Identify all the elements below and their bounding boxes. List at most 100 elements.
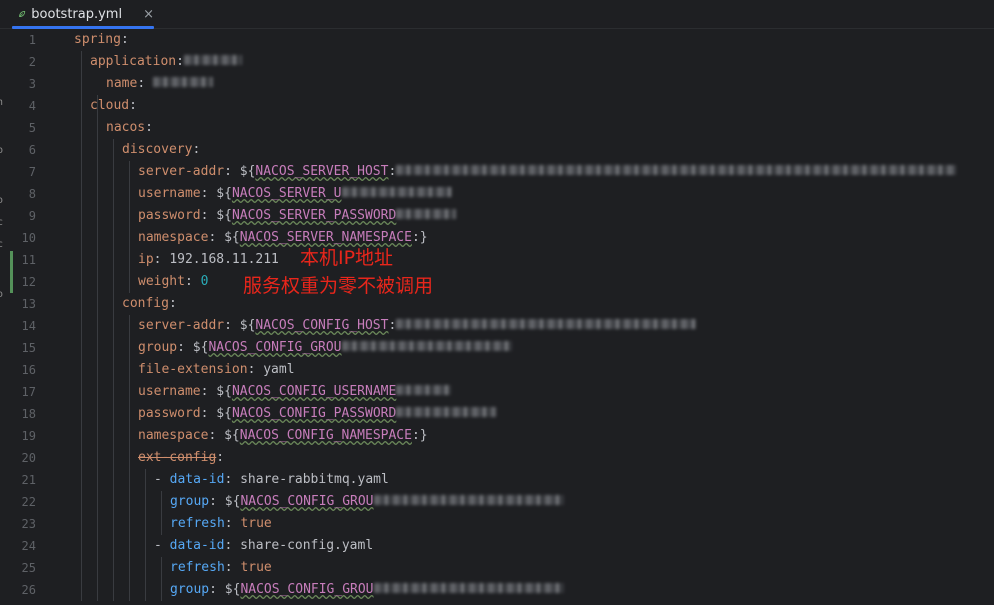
code-text: nacos: [106, 120, 153, 135]
code-editor[interactable]: 1 spring: 2 application: 3 name: 4 cloud… [6, 29, 994, 605]
line-number: 6 [28, 143, 36, 157]
yaml-key: spring [74, 32, 121, 47]
yaml-key: data-id [169, 472, 225, 487]
yaml-value: yaml [263, 362, 295, 377]
code-line: 20 ext-config: [6, 447, 994, 469]
code-line: 3 name: [6, 73, 994, 95]
line-number: 2 [28, 55, 36, 69]
annotation-local-ip: 本机IP地址 [300, 247, 394, 269]
code-text: name: [106, 73, 213, 95]
env-variable: NACOS_SERVER_HOST [255, 164, 389, 179]
yaml-leaf-icon [19, 11, 26, 17]
edge-glyph: c [0, 217, 4, 228]
line-number: 7 [28, 165, 36, 179]
code-line: 15 group: ${NACOS_CONFIG_GROU [6, 337, 994, 359]
line-number: 19 [21, 429, 36, 443]
line-number: 3 [28, 77, 36, 91]
yaml-key: config [122, 296, 169, 311]
code-line: 13 config: [6, 293, 994, 315]
code-text: username: ${NACOS_CONFIG_USERNAME [138, 381, 452, 403]
edge-glyph: p [0, 145, 4, 156]
env-variable: NACOS_CONFIG_PASSWORD [231, 406, 397, 421]
line-number: 8 [28, 187, 36, 201]
yaml-key: namespace [138, 230, 209, 245]
code-line: 18 password: ${NACOS_CONFIG_PASSWORD [6, 403, 994, 425]
yaml-key: ip [138, 252, 154, 267]
redacted-value [341, 187, 452, 197]
code-text: group: ${NACOS_CONFIG_GROU [170, 579, 564, 601]
line-number: 9 [28, 209, 36, 223]
line-number: 11 [21, 253, 36, 267]
env-variable: NACOS_SERVER_U [231, 186, 342, 201]
edge-glyph: c [0, 239, 4, 250]
env-variable: NACOS_CONFIG_GROU [208, 340, 342, 355]
redacted-value [396, 385, 452, 395]
yaml-key: nacos [106, 120, 146, 135]
annotation-weight-zero: 服务权重为零不被调用 [243, 275, 434, 297]
redacted-value [396, 209, 457, 219]
code-line: 10 namespace: ${NACOS_SERVER_NAMESPACE:} [6, 227, 994, 249]
yaml-key: server-addr [138, 164, 225, 179]
env-variable: NACOS_CONFIG_GROU [240, 494, 374, 509]
redacted-value [373, 495, 564, 505]
yaml-key: refresh [170, 516, 225, 531]
line-number: 22 [21, 495, 36, 509]
code-text: - data-id: share-rabbitmq.yaml [154, 472, 389, 487]
env-variable: NACOS_CONFIG_HOST [255, 318, 389, 333]
line-number: 15 [21, 341, 36, 355]
code-text: weight: 0 [138, 274, 209, 289]
edge-glyph: o [0, 195, 4, 206]
code-line: 8 username: ${NACOS_SERVER_U [6, 183, 994, 205]
line-number: 17 [21, 385, 36, 399]
code-text: cloud: [90, 98, 137, 113]
code-text: group: ${NACOS_CONFIG_GROU [170, 491, 564, 513]
code-text: server-addr: ${NACOS_SERVER_HOST: [138, 161, 957, 183]
line-number: 20 [21, 451, 36, 465]
code-line: 26 group: ${NACOS_CONFIG_GROU [6, 579, 994, 601]
close-icon[interactable]: × [143, 7, 154, 22]
code-text: discovery: [122, 142, 201, 157]
redacted-value [396, 319, 697, 329]
yaml-key: password [138, 208, 201, 223]
yaml-key: group [170, 582, 210, 597]
code-line: 7 server-addr: ${NACOS_SERVER_HOST: [6, 161, 994, 183]
line-number: 4 [28, 99, 36, 113]
yaml-key: server-addr [138, 318, 225, 333]
deprecated-yaml-key: ext-config [138, 450, 217, 465]
yaml-value: share-rabbitmq.yaml [240, 472, 389, 487]
code-line: 14 server-addr: ${NACOS_CONFIG_HOST: [6, 315, 994, 337]
yaml-key: refresh [170, 560, 225, 575]
code-text: refresh: true [170, 516, 272, 531]
line-number: 24 [21, 539, 36, 553]
yaml-key: weight [138, 274, 185, 289]
code-line: 11 ip: 192.168.11.211 [6, 249, 994, 271]
code-text: server-addr: ${NACOS_CONFIG_HOST: [138, 315, 697, 337]
yaml-key: group [138, 340, 178, 355]
code-text: group: ${NACOS_CONFIG_GROU [138, 337, 512, 359]
code-text: spring: [74, 32, 129, 47]
tab-bootstrap-yml[interactable]: bootstrap.yml × [6, 0, 154, 29]
redacted-value [373, 583, 564, 593]
yaml-key: discovery [122, 142, 193, 157]
editor-tab-bar: bootstrap.yml × [0, 0, 994, 29]
yaml-key: cloud [90, 98, 130, 113]
code-line: 16 file-extension: yaml [6, 359, 994, 381]
weight-value: 0 [200, 274, 209, 289]
line-number: 5 [28, 121, 36, 135]
env-variable: NACOS_CONFIG_GROU [240, 582, 374, 597]
code-line: 9 password: ${NACOS_SERVER_PASSWORD [6, 205, 994, 227]
yaml-key: password [138, 406, 201, 421]
line-number: 26 [21, 583, 36, 597]
code-text: config: [122, 296, 177, 311]
edge-glyph: n [0, 97, 4, 108]
code-line: 21 - data-id: share-rabbitmq.yaml [6, 469, 994, 491]
env-variable: NACOS_CONFIG_NAMESPACE [239, 428, 412, 443]
line-number: 21 [21, 473, 36, 487]
code-line: 19 namespace: ${NACOS_CONFIG_NAMESPACE:} [6, 425, 994, 447]
code-line: 24 - data-id: share-config.yaml [6, 535, 994, 557]
line-number: 18 [21, 407, 36, 421]
code-text: refresh: true [170, 560, 272, 575]
code-line: 6 discovery: [6, 139, 994, 161]
env-variable: NACOS_CONFIG_USERNAME [231, 384, 397, 399]
code-text: ip: 192.168.11.211 [138, 252, 279, 267]
